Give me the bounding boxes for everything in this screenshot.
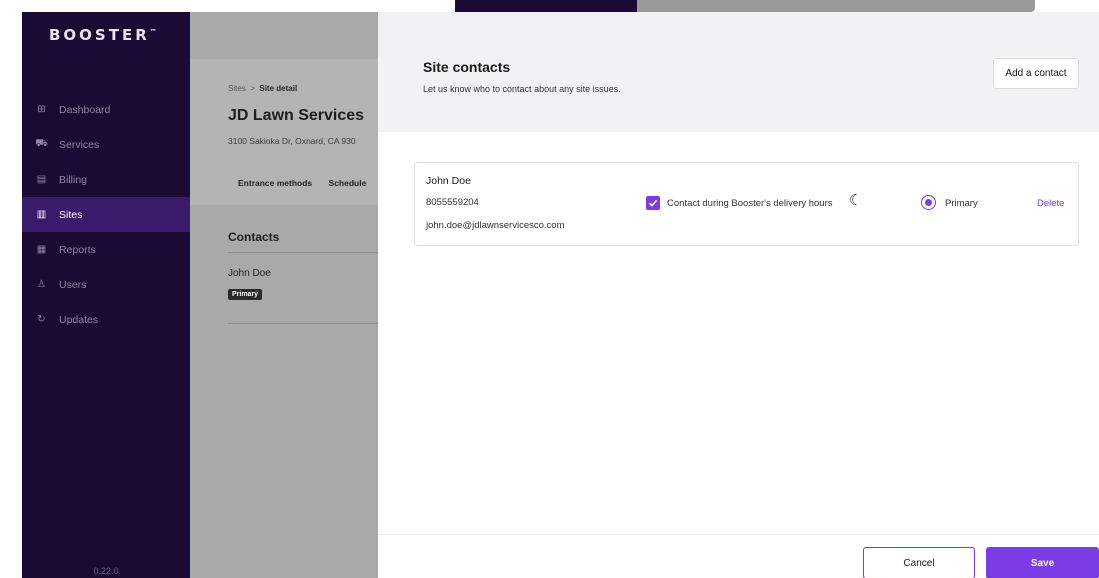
add-contact-button[interactable]: Add a contact: [993, 58, 1079, 89]
contact-name: John Doe: [426, 175, 471, 187]
divider: [228, 323, 378, 324]
sidebar-item-label: Billing: [59, 173, 88, 186]
page-title: JD Lawn Services: [228, 107, 365, 124]
contact-card: John Doe 8055559204 john.doe@jdlawnservi…: [414, 162, 1079, 246]
logo-text: BOOSTER: [49, 26, 150, 44]
logo-trademark: ™: [149, 28, 157, 36]
sidebar-item-label: Dashboard: [59, 103, 111, 116]
sidebar-item-reports[interactable]: ▦ Reports: [22, 232, 190, 267]
site-contacts-drawer: Site contacts Let us know who to contact…: [378, 12, 1099, 578]
tab-entrance-methods[interactable]: Entrance methods: [238, 178, 312, 188]
sidebar-item-label: Users: [59, 278, 87, 291]
drawer-footer: Cancel Save: [378, 534, 1099, 578]
sidebar-item-label: Sites: [59, 208, 83, 221]
radio-selected-dot: [925, 199, 932, 206]
save-button[interactable]: Save: [986, 547, 1099, 578]
moon-icon: ☾: [849, 192, 863, 209]
billing-icon: ▤: [36, 174, 47, 185]
drawer-subtitle: Let us know who to contact about any sit…: [423, 84, 621, 94]
delivery-hours-checkbox[interactable]: [646, 196, 660, 210]
services-icon: ⛟: [35, 138, 48, 149]
sidebar-item-label: Reports: [59, 243, 96, 256]
sidebar-item-billing[interactable]: ▤ Billing: [22, 162, 190, 197]
divider: [228, 252, 378, 253]
sidebar-item-updates[interactable]: ↻ Updates: [22, 302, 190, 337]
updates-icon: ↻: [37, 314, 46, 325]
breadcrumb-current: Site detail: [259, 84, 298, 93]
dashboard-icon: ⊞: [37, 104, 46, 115]
site-detail-page: Sites > Site detail JD Lawn Services 310…: [190, 12, 378, 578]
sidebar-nav: ⊞ Dashboard ⛟ Services ▤ Billing ▥ Sites…: [22, 92, 190, 337]
breadcrumb-sites[interactable]: Sites: [228, 84, 246, 93]
contact-name: John Doe: [228, 268, 271, 279]
app-version: 0.22.0: [93, 566, 119, 576]
users-icon: ♙: [37, 279, 46, 290]
contact-email: john.doe@jdlawnservicesco.com: [426, 220, 565, 231]
sidebar-item-sites[interactable]: ▥ Sites: [22, 197, 190, 232]
delete-contact-link[interactable]: Delete: [1037, 198, 1064, 209]
background-window-strip: [455, 0, 1035, 12]
sidebar: BOOSTER™ ⊞ Dashboard ⛟ Services ▤ Billin…: [22, 12, 190, 578]
contacts-heading: Contacts: [228, 230, 280, 244]
sidebar-item-label: Updates: [59, 313, 99, 326]
primary-badge: Primary: [228, 289, 263, 300]
sidebar-item-dashboard[interactable]: ⊞ Dashboard: [22, 92, 190, 127]
app-logo[interactable]: BOOSTER™: [49, 26, 157, 44]
page-tabs: Entrance methods Schedule: [238, 178, 380, 188]
reports-icon: ▦: [36, 244, 47, 255]
sites-icon: ▥: [36, 209, 47, 220]
primary-radio-label: Primary: [945, 198, 978, 209]
contact-phone: 8055559204: [426, 197, 479, 208]
delivery-hours-label: Contact during Booster's delivery hours: [667, 198, 833, 209]
drawer-title: Site contacts: [423, 59, 511, 75]
drawer-header: Site contacts Let us know who to contact…: [378, 12, 1099, 132]
sidebar-item-label: Services: [59, 138, 100, 151]
sidebar-item-services[interactable]: ⛟ Services: [22, 127, 190, 162]
chevron-right-icon: >: [250, 84, 255, 93]
primary-radio[interactable]: [921, 195, 936, 210]
site-address: 3100 Sakioka Dr, Oxnard, CA 930: [228, 136, 356, 146]
checkmark-icon: [648, 199, 658, 207]
sidebar-item-users[interactable]: ♙ Users: [22, 267, 190, 302]
tab-schedule[interactable]: Schedule: [329, 178, 367, 188]
breadcrumb: Sites > Site detail: [228, 84, 297, 93]
cancel-button[interactable]: Cancel: [863, 547, 975, 578]
background-window-dark: [455, 0, 637, 12]
